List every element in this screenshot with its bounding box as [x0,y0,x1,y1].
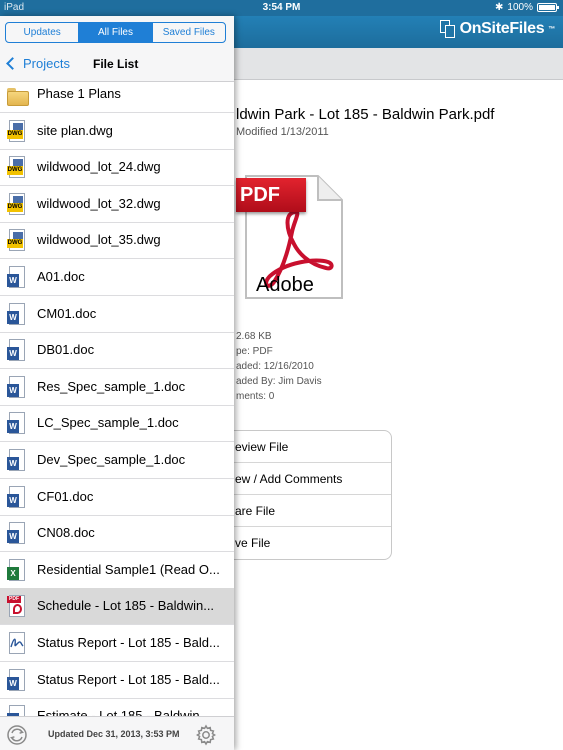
preview-file-button[interactable]: eview File [221,431,391,463]
word-file-icon: W [7,302,27,327]
sync-toolbar: Updated Dec 31, 2013, 3:53 PM [0,716,234,750]
status-right: ✱ 100% [495,2,559,13]
dwg-file-icon: DWG [7,192,27,217]
file-size: 2.68 KB [236,331,272,342]
file-list-item[interactable]: X Residential Sample1 (Read O... [0,552,234,589]
file-list-item[interactable]: PDF Schedule - Lot 185 - Baldwin... [0,588,234,626]
bluetooth-icon: ✱ [495,2,504,13]
logo-icon [439,20,456,38]
file-title: ldwin Park - Lot 185 - Baldwin Park.pdf [236,106,495,123]
file-name: Residential Sample1 (Read O... [37,561,220,577]
file-list-item[interactable]: Status Report - Lot 185 - Bald... [0,625,234,662]
signature-file-icon [7,632,27,656]
word-file-icon: W [7,339,27,363]
save-file-button[interactable]: ve File [221,527,391,559]
dwg-file-icon: DWG [7,119,27,144]
nav-title: File List [93,57,139,71]
gear-icon[interactable] [195,724,217,746]
file-name: CM01.doc [37,305,97,321]
file-name: Status Report - Lot 185 - Bald... [37,635,220,650]
file-name: wildwood_lot_35.dwg [37,232,161,248]
file-list-item[interactable]: W Status Report - Lot 185 - Bald... [0,662,234,699]
word-file-icon: W [7,449,27,473]
file-name: CF01.doc [37,488,94,504]
file-name: wildwood_lot_32.dwg [37,195,161,211]
word-file-icon: W [7,668,27,693]
file-filter-segmented-control: Updates All Files Saved Files [5,22,226,43]
battery-icon [537,3,559,12]
segment-all-files[interactable]: All Files [79,23,153,42]
share-file-button[interactable]: are File [221,495,391,527]
file-list-panel: Updates All Files Saved Files Projects Fil… [0,16,234,750]
dwg-file-icon: DWG [7,156,27,180]
file-type: pe: PDF [236,346,273,357]
last-updated-text: Updated Dec 31, 2013, 3:53 PM [48,729,180,739]
file-name: wildwood_lot_24.dwg [37,159,161,175]
file-list-item[interactable]: W CF01.doc [0,479,234,516]
view-add-comments-button[interactable]: ew / Add Comments [221,463,391,495]
word-file-icon: W [7,412,27,436]
battery-percent: 100% [507,2,533,13]
file-list-item[interactable]: W DB01.doc [0,332,234,370]
file-name: DB01.doc [37,342,95,358]
file-list-item[interactable]: W CM01.doc [0,296,234,333]
segment-updates[interactable]: Updates [6,23,80,42]
pdf-file-icon: PDF [7,595,27,619]
file-name: Schedule - Lot 185 - Baldwin... [37,598,215,614]
file-name: Res_Spec_sample_1.doc [37,378,186,394]
back-button[interactable]: Projects [4,56,70,71]
word-file-icon: W [7,522,27,546]
word-file-icon: W [7,375,27,400]
file-list-item[interactable]: Phase 1 Plans [0,76,234,113]
file-uploaded-by: aded By: Jim Davis [236,376,322,387]
status-bar: iPad 3:54 PM ✱ 100% [0,0,563,16]
file-list-item[interactable]: DWG wildwood_lot_32.dwg [0,186,234,223]
file-name: Dev_Spec_sample_1.doc [37,452,186,467]
brand-trademark: ™ [548,25,555,33]
file-list-item[interactable]: W Res_Spec_sample_1.doc [0,369,234,406]
file-actions-group: eview File ew / Add Comments are File ve… [220,430,392,560]
brand-name: OnSiteFiles [459,20,545,37]
file-comments-count: ments: 0 [236,391,275,402]
file-list-item[interactable]: W CN08.doc [0,515,234,553]
file-modified-date: Modified 1/13/2011 [236,126,329,138]
sync-icon[interactable] [6,724,28,746]
excel-file-icon: X [7,558,27,583]
file-name: LC_Spec_sample_1.doc [37,415,179,431]
file-list-item[interactable]: DWG site plan.dwg [0,113,234,150]
pdf-badge: PDF [236,178,306,212]
word-file-icon: W [7,266,27,290]
file-uploaded-date: aded: 12/16/2010 [236,361,314,372]
file-name: Phase 1 Plans [37,86,121,101]
file-list-item[interactable]: W LC_Spec_sample_1.doc [0,405,234,443]
file-name: Status Report - Lot 185 - Bald... [37,671,220,687]
onsitefiles-logo: OnSiteFiles ™ [439,20,555,38]
folder-icon [7,83,29,107]
file-name: CN08.doc [37,525,95,541]
word-file-icon: W [7,485,27,510]
status-time: 3:54 PM [262,2,301,13]
dwg-file-icon: DWG [7,229,27,253]
file-list-item[interactable]: W Dev_Spec_sample_1.doc [0,442,234,479]
pdf-brand-label: Adobe [256,274,314,296]
file-name: A01.doc [37,269,85,284]
segment-bar: Updates All Files Saved Files [0,16,234,49]
file-list-item[interactable]: DWG wildwood_lot_35.dwg [0,222,234,260]
file-list-item[interactable]: W A01.doc [0,259,234,296]
file-name: site plan.dwg [37,122,113,138]
segment-saved-files[interactable]: Saved Files [153,23,225,42]
back-button-label: Projects [23,56,70,71]
file-list-item[interactable]: DWG wildwood_lot_24.dwg [0,149,234,187]
chevron-left-icon [6,57,19,70]
